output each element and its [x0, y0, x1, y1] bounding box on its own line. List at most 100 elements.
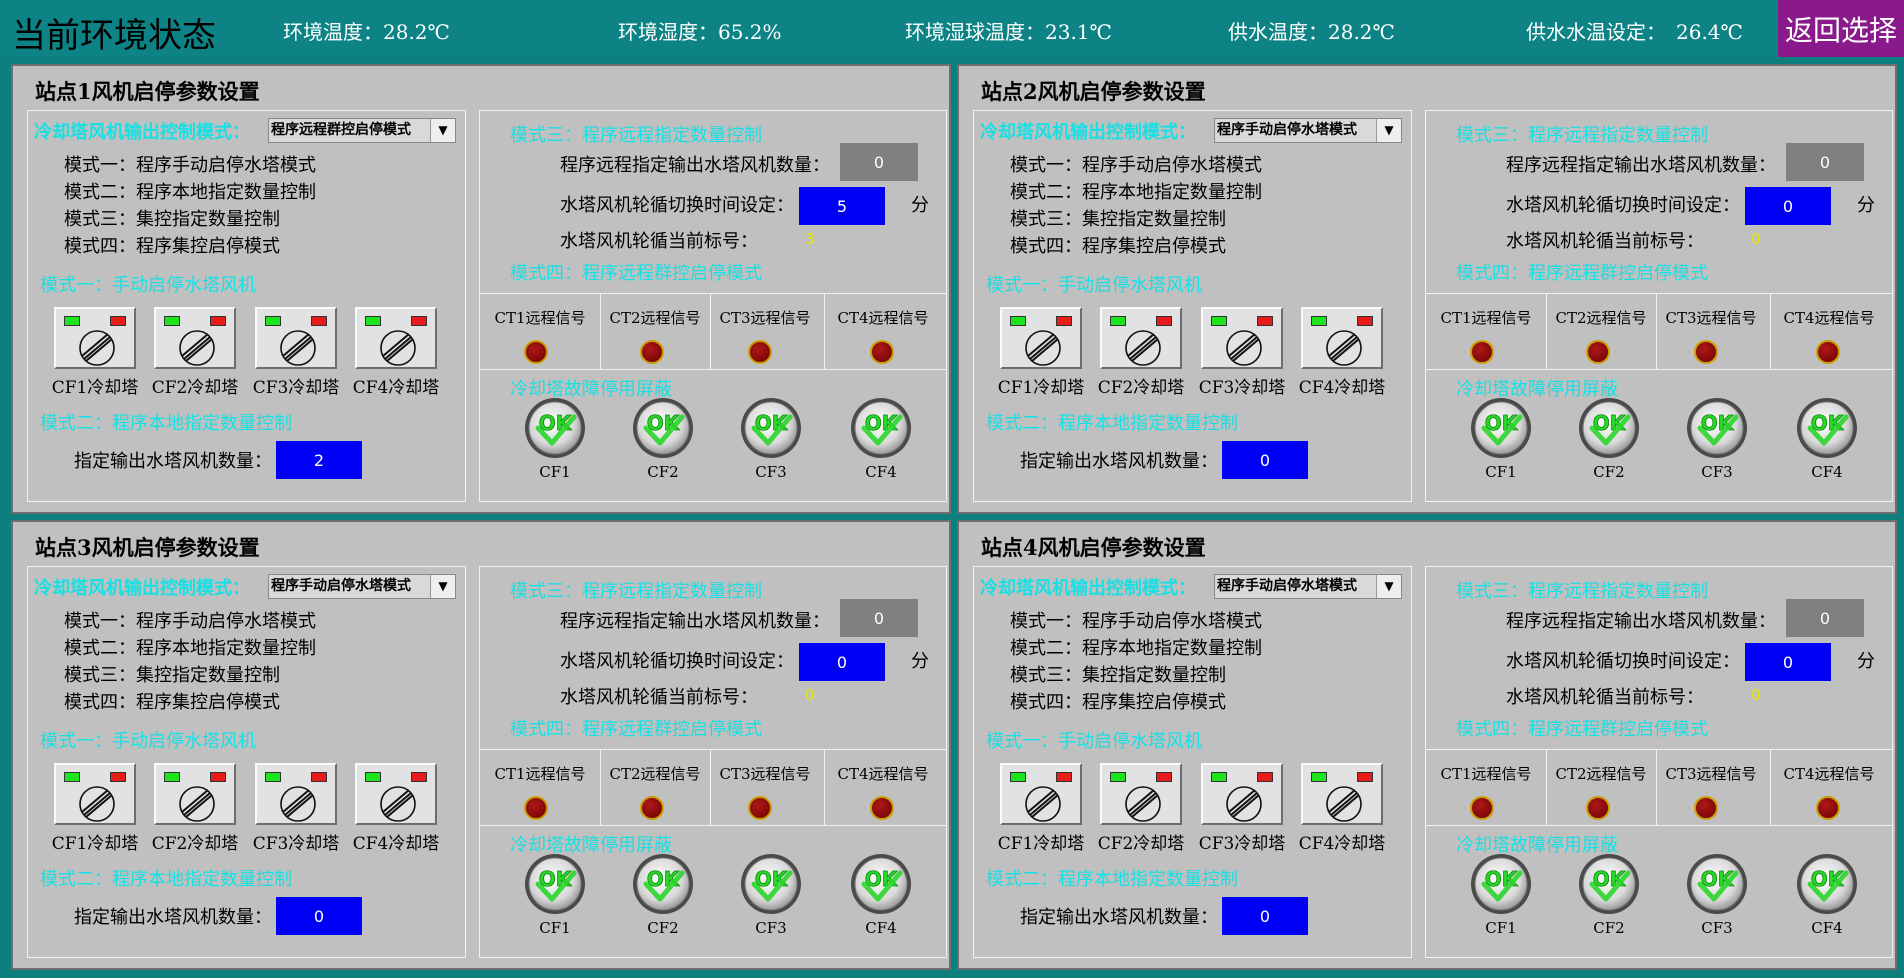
- ok-check-icon[interactable]: OK: [740, 397, 802, 459]
- mode-select-label: 冷却塔风机输出控制模式：: [980, 578, 1196, 599]
- mode2-title: 模式二：程序本地指定数量控制: [986, 869, 1238, 890]
- ok-check-icon[interactable]: OK: [632, 853, 694, 915]
- ok-check-icon[interactable]: OK: [1578, 853, 1640, 915]
- fault-shield-label: CF2: [647, 919, 679, 937]
- mode-list-item-3: 模式三：集控指定数量控制: [64, 209, 280, 230]
- tower-switch-cf1[interactable]: [1000, 307, 1082, 369]
- ok-check-icon[interactable]: OK: [1796, 853, 1858, 915]
- remote-signal-label: CT3远程信号: [719, 765, 811, 783]
- ok-check-icon[interactable]: OK: [1686, 853, 1748, 915]
- switch-time-input[interactable]: 0: [799, 643, 885, 681]
- remote-control-panel: 模式三：程序远程指定数量控制 程序远程指定输出水塔风机数量： 0 水塔风机轮循切…: [1425, 566, 1893, 958]
- tower-switch-cf2[interactable]: [1100, 763, 1182, 825]
- station-panel-3: 站点3风机启停参数设置 冷却塔风机输出控制模式： 程序手动启停水塔模式 ▼ 模式…: [11, 520, 951, 970]
- ok-check-icon[interactable]: OK: [740, 853, 802, 915]
- ok-check-icon[interactable]: OK: [632, 397, 694, 459]
- stop-lamp-icon: [411, 772, 427, 782]
- divider: [1656, 749, 1657, 825]
- tower-switch-cf3[interactable]: [255, 763, 337, 825]
- tower-switch-cf1[interactable]: [54, 763, 136, 825]
- mode-select[interactable]: 程序手动启停水塔模式 ▼: [1214, 574, 1402, 599]
- divider: [480, 749, 946, 750]
- signal-lamp-icon: [1694, 796, 1718, 820]
- tower-switch-cf3[interactable]: [1201, 307, 1283, 369]
- station-title: 站点1风机启停参数设置: [35, 79, 260, 104]
- tower-switch-cf2[interactable]: [1100, 307, 1182, 369]
- local-count-input[interactable]: 0: [276, 897, 362, 935]
- run-lamp-icon: [164, 316, 180, 326]
- signal-lamp-icon: [748, 796, 772, 820]
- station-panel-4: 站点4风机启停参数设置 冷却塔风机输出控制模式： 程序手动启停水塔模式 ▼ 模式…: [957, 520, 1897, 970]
- tower-switch-cf4[interactable]: [1301, 307, 1383, 369]
- mode-list-item-3: 模式三：集控指定数量控制: [64, 665, 280, 686]
- ok-check-icon[interactable]: OK: [524, 397, 586, 459]
- mode3-title: 模式三：程序远程指定数量控制: [1456, 125, 1708, 146]
- remote-control-panel: 模式三：程序远程指定数量控制 程序远程指定输出水塔风机数量： 0 水塔风机轮循切…: [1425, 110, 1893, 502]
- switch-time-input[interactable]: 5: [799, 187, 885, 225]
- stop-lamp-icon: [1357, 316, 1373, 326]
- stop-lamp-icon: [1056, 772, 1072, 782]
- mode-select-value: 程序手动启停水塔模式: [1215, 119, 1377, 142]
- remote-signal-label: CT2远程信号: [1555, 765, 1647, 783]
- tower-label: CF4冷却塔: [352, 834, 440, 854]
- switch-time-label: 水塔风机轮循切换时间设定：: [560, 651, 794, 672]
- tower-switch-cf3[interactable]: [1201, 763, 1283, 825]
- fault-shield-label: CF2: [1593, 919, 1625, 937]
- switch-time-input[interactable]: 0: [1745, 643, 1831, 681]
- mode-list-item-2: 模式二：程序本地指定数量控制: [64, 182, 316, 203]
- current-index-label: 水塔风机轮循当前标号：: [1506, 231, 1704, 252]
- local-count-input[interactable]: 0: [1222, 441, 1308, 479]
- remote-count-value: 0: [840, 143, 918, 181]
- ok-check-icon[interactable]: OK: [524, 853, 586, 915]
- remote-count-label: 程序远程指定输出水塔风机数量：: [1506, 155, 1776, 176]
- tower-label: CF3冷却塔: [1198, 378, 1286, 398]
- ok-check-icon[interactable]: OK: [850, 853, 912, 915]
- remote-signal-label: CT1远程信号: [494, 309, 586, 327]
- run-lamp-icon: [1211, 316, 1227, 326]
- ok-check-icon[interactable]: OK: [1470, 853, 1532, 915]
- tower-switch-cf4[interactable]: [355, 307, 437, 369]
- divider: [600, 749, 601, 825]
- ok-check-icon[interactable]: OK: [1686, 397, 1748, 459]
- mode-select[interactable]: 程序远程群控启停模式 ▼: [268, 118, 456, 143]
- mode-list-item-1: 模式一：程序手动启停水塔模式: [64, 155, 316, 176]
- tower-switch-cf2[interactable]: [154, 763, 236, 825]
- remote-signal-label: CT1远程信号: [494, 765, 586, 783]
- local-count-label: 指定输出水塔风机数量：: [74, 451, 272, 472]
- divider: [1426, 749, 1892, 750]
- signal-lamp-icon: [870, 796, 894, 820]
- back-button[interactable]: 返回选择: [1778, 0, 1904, 57]
- divider: [824, 749, 825, 825]
- ok-check-icon[interactable]: OK: [1470, 397, 1532, 459]
- signal-lamp-icon: [1470, 340, 1494, 364]
- local-count-input[interactable]: 2: [276, 441, 362, 479]
- tower-switch-cf4[interactable]: [1301, 763, 1383, 825]
- tower-label: CF3冷却塔: [252, 834, 340, 854]
- ok-check-icon[interactable]: OK: [1796, 397, 1858, 459]
- tower-switch-cf2[interactable]: [154, 307, 236, 369]
- tower-switch-cf4[interactable]: [355, 763, 437, 825]
- mode1-title: 模式一：手动启停水塔风机: [986, 731, 1202, 752]
- station-panel-1: 站点1风机启停参数设置 冷却塔风机输出控制模式： 程序远程群控启停模式 ▼ 模式…: [11, 64, 951, 514]
- signal-lamp-icon: [1816, 340, 1840, 364]
- divider: [1770, 749, 1771, 825]
- fault-shield-label: CF1: [539, 463, 571, 481]
- fault-shield-label: CF3: [755, 463, 787, 481]
- page-title: 当前环境状态: [12, 16, 216, 56]
- stop-lamp-icon: [311, 316, 327, 326]
- fault-shield-label: CF1: [1485, 919, 1517, 937]
- tower-switch-cf1[interactable]: [1000, 763, 1082, 825]
- tower-switch-cf3[interactable]: [255, 307, 337, 369]
- remote-count-value: 0: [1786, 599, 1864, 637]
- switch-time-input[interactable]: 0: [1745, 187, 1831, 225]
- ok-check-icon[interactable]: OK: [850, 397, 912, 459]
- tower-switch-cf1[interactable]: [54, 307, 136, 369]
- local-count-label: 指定输出水塔风机数量：: [1020, 907, 1218, 928]
- fault-shield-label: CF4: [1811, 919, 1843, 937]
- mode-select[interactable]: 程序手动启停水塔模式 ▼: [1214, 118, 1402, 143]
- switch-time-label: 水塔风机轮循切换时间设定：: [560, 195, 794, 216]
- ok-check-icon[interactable]: OK: [1578, 397, 1640, 459]
- local-count-input[interactable]: 0: [1222, 897, 1308, 935]
- mode-select[interactable]: 程序手动启停水塔模式 ▼: [268, 574, 456, 599]
- mode2-title: 模式二：程序本地指定数量控制: [986, 413, 1238, 434]
